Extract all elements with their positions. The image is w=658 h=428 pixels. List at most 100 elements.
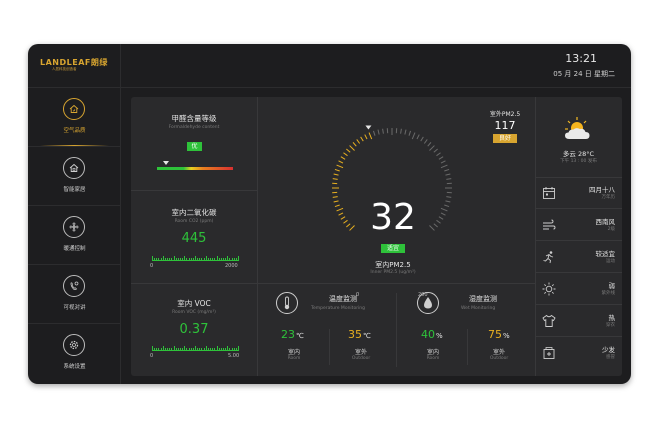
humidity-subtitle: Wet Monitoring <box>461 306 496 311</box>
formaldehyde-level-marker <box>163 161 170 165</box>
scale-tick <box>169 258 170 261</box>
gauge-tick <box>364 134 368 140</box>
gauge-tick <box>433 223 438 228</box>
scale-tick <box>220 348 222 351</box>
gauge-tick <box>429 225 435 231</box>
scale-tick <box>156 258 157 261</box>
scale-tick <box>175 258 177 261</box>
scale-tick <box>227 256 228 261</box>
gauge-tick <box>332 178 338 180</box>
sidebar-item-label: 可视对讲 <box>63 305 86 311</box>
wind-direction-value: 西南风 <box>595 218 616 226</box>
scale-tick <box>222 258 224 261</box>
gauge-tick <box>427 142 432 147</box>
gauge-tick <box>343 152 348 157</box>
voc-subtitle: Room VOC (mg/m³) <box>172 310 216 315</box>
temperature-title: 温度监测 <box>329 295 357 303</box>
gauge-tick <box>411 132 416 140</box>
sidebar-item-hvac[interactable]: 暖通控制 <box>28 206 121 265</box>
voc-scale-min: 0 <box>150 353 154 359</box>
scale-tick <box>156 348 157 351</box>
scale-tick <box>162 256 164 261</box>
scale-tick <box>205 256 207 261</box>
gauge-tick <box>346 223 351 228</box>
clock-time: 13:21 <box>565 52 597 65</box>
gauge-tick <box>440 207 448 212</box>
gauge-tick <box>436 152 441 157</box>
outdoor-temperature-number: 35 <box>348 328 362 341</box>
exercise-index-label: 运动 <box>606 259 615 264</box>
gauge-tick <box>446 196 452 198</box>
clock-date: 05 月 24 日 星期二 <box>553 70 615 78</box>
gauge-tick <box>336 207 344 212</box>
scale-tick <box>186 348 187 351</box>
scale-tick <box>154 348 155 351</box>
scale-tick <box>177 258 179 261</box>
scale-tick <box>158 258 160 261</box>
scale-tick <box>195 256 196 261</box>
co2-subtitle: Room CO2 (ppm) <box>174 219 214 224</box>
gauge-tick <box>346 148 351 153</box>
humidity-title: 湿度监测 <box>469 295 497 303</box>
formaldehyde-title: 甲醛含量等级 <box>171 114 217 123</box>
smart-home-icon <box>63 157 85 179</box>
home-leaf-icon <box>63 98 85 120</box>
scale-tick <box>233 258 235 261</box>
top-bar: LANDLEAF朗绿 人居科技创造者 13:21 05 月 24 日 星期二 <box>28 44 631 88</box>
scale-tick <box>188 348 190 351</box>
gauge-tick <box>420 136 424 142</box>
outdoor-humidity-sublabel: Outdoor <box>489 356 509 361</box>
gauge-tick <box>338 160 344 164</box>
sidebar-item-air-quality[interactable]: 空气品质 <box>28 88 121 147</box>
scale-tick <box>235 348 237 351</box>
running-icon <box>543 251 554 264</box>
gauge-tick <box>334 204 340 208</box>
sun-icon <box>542 282 556 296</box>
exercise-index-value: 较适宜 <box>595 250 616 258</box>
gauge-tick <box>440 160 446 164</box>
pm25-value: 32 <box>370 197 416 238</box>
scale-tick <box>195 346 196 351</box>
lunar-date-value: 四月十八 <box>589 186 615 194</box>
pm25-sublabel: Inner PM2.5 (ug/m³) <box>370 270 416 275</box>
gauge-tick <box>404 129 407 135</box>
scale-tick <box>152 256 153 261</box>
co2-scale <box>152 255 239 261</box>
gauge-tick <box>429 145 435 151</box>
scale-tick <box>199 348 200 351</box>
cold-index-label: 感冒 <box>606 355 615 360</box>
scale-tick <box>182 348 183 351</box>
uv-index-value: 弱 <box>608 282 616 290</box>
indoor-humidity-label: 室内 <box>426 349 439 356</box>
gauge-tick <box>446 178 452 180</box>
gauge-tick <box>444 204 450 208</box>
scale-tick <box>212 258 213 261</box>
humidity-unit: % <box>503 332 510 340</box>
scale-tick <box>154 258 155 261</box>
temperature-unit: ℃ <box>363 332 371 340</box>
scale-tick <box>167 258 168 261</box>
scale-tick <box>184 346 185 351</box>
gauge-tick <box>336 164 344 169</box>
sidebar-item-intercom[interactable]: 可视对讲 <box>28 265 121 324</box>
gauge-tick <box>338 212 344 216</box>
wind-level-label: 2级 <box>607 227 615 232</box>
sidebar-item-smart-home[interactable]: 智能家居 <box>28 147 121 206</box>
sidebar-item-label: 暖通控制 <box>63 246 86 252</box>
indoor-humidity-value: 40% <box>421 328 443 341</box>
gauge-tick <box>352 142 357 147</box>
scale-tick <box>218 348 220 351</box>
brand-tagline: 人居科技创造者 <box>52 67 77 71</box>
partly-cloudy-sun-icon <box>559 115 595 143</box>
scale-tick <box>238 346 239 351</box>
uv-index-label: 紫外线 <box>601 291 616 296</box>
scale-tick <box>171 348 172 351</box>
scale-tick <box>225 258 226 261</box>
outdoor-humidity-number: 75 <box>488 328 502 341</box>
scale-tick <box>175 348 177 351</box>
gauge-tick <box>343 219 348 224</box>
outdoor-pm25-status-badge: 良好 <box>493 134 517 143</box>
temperature-unit: ℃ <box>296 332 304 340</box>
scale-tick <box>207 348 209 351</box>
sidebar-item-settings[interactable]: 系统设置 <box>28 324 121 383</box>
